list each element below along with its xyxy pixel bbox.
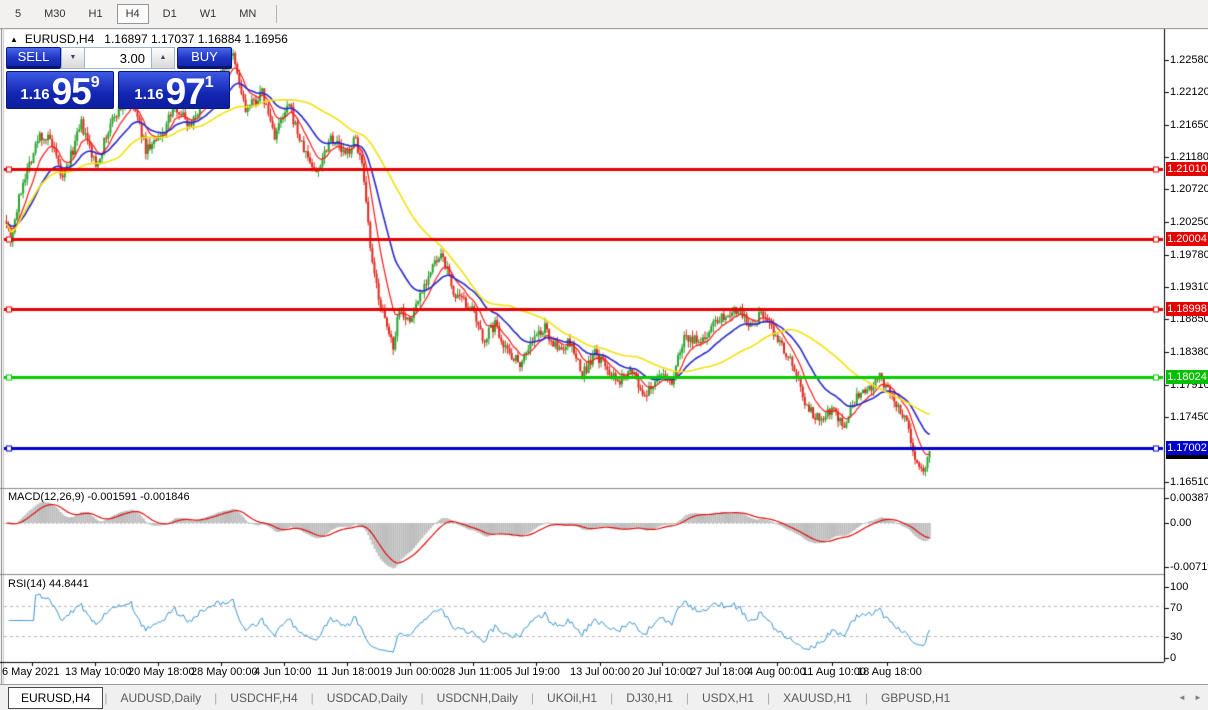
price-axis-label: 1.19310 <box>1170 281 1208 293</box>
chart-title: ▲ EURUSD,H4 1.16897 1.17037 1.16884 1.16… <box>10 32 288 46</box>
tab-audusd-daily[interactable]: AUDUSD,Daily <box>108 687 213 709</box>
tab-usdx-h1[interactable]: USDX,H1 <box>690 687 766 709</box>
tab-usdchf-h4[interactable]: USDCHF,H4 <box>218 687 309 709</box>
tab-separator: | <box>685 690 689 705</box>
tab-usdcnh-daily[interactable]: USDCNH,Daily <box>425 687 530 709</box>
price-axis-label: 1.17450 <box>1170 411 1208 423</box>
tab-separator: | <box>310 690 314 705</box>
time-axis-label: 18 Aug 18:00 <box>857 666 922 678</box>
time-axis-label: 4 Aug 00:00 <box>747 666 806 678</box>
price-axis-label: 1.20720 <box>1170 183 1208 195</box>
buy-price-big: 97 <box>165 71 206 112</box>
chart-ohlc-values: 1.16897 1.17037 1.16884 1.16956 <box>104 32 288 46</box>
level-price-badge: 1.17002 <box>1166 441 1208 455</box>
toolbar-separator <box>276 5 278 23</box>
time-axis-label: 20 Jul 10:00 <box>632 666 692 678</box>
mt4-window: 5 M30 H1 H4 D1 W1 MN ▲ EURUSD,H4 1.16897 1.170… <box>0 0 1208 710</box>
chart-symbol: EURUSD,H4 <box>24 32 95 46</box>
timeframe-button-h4[interactable]: H4 <box>116 4 149 24</box>
time-axis-label: 27 Jul 18:00 <box>690 666 750 678</box>
price-axis-label: 1.16510 <box>1170 476 1208 488</box>
timeframe-button-mn[interactable]: MN <box>230 4 265 24</box>
tab-gbpusd-h1[interactable]: GBPUSD,H1 <box>869 687 962 709</box>
timeframe-toolbar: 5 M30 H1 H4 D1 W1 MN <box>0 0 1208 28</box>
macd-axis-label: -0.007195 <box>1170 561 1208 573</box>
buy-price-prefix: 1.16 <box>134 86 164 103</box>
price-axis-label: 1.19780 <box>1170 249 1208 261</box>
price-axis-label: 1.21650 <box>1170 119 1208 131</box>
time-axis-label: 19 Jun 00:00 <box>380 666 444 678</box>
rsi-axis-label: 70 <box>1170 602 1183 614</box>
tab-ukoil-h1[interactable]: UKOil,H1 <box>535 687 609 709</box>
level-price-badge: 1.18998 <box>1166 302 1208 316</box>
volume-decrease-button[interactable]: ▼ <box>61 47 85 69</box>
tab-xauusd-h1[interactable]: XAUUSD,H1 <box>771 687 864 709</box>
timeframe-button-m30[interactable]: M30 <box>35 4 74 24</box>
tab-scroll-left-icon[interactable]: ◄ <box>1178 693 1186 702</box>
tab-separator: | <box>104 690 108 705</box>
buy-price-display[interactable]: 1.16 97 1 <box>118 71 230 112</box>
level-price-badge: 1.18024 <box>1166 370 1208 384</box>
sell-button[interactable]: SELL <box>6 47 61 69</box>
time-axis-label: 11 Jun 18:00 <box>317 666 380 678</box>
rsi-axis-label: 100 <box>1170 581 1189 593</box>
volume-increase-button[interactable]: ▲ <box>151 47 175 69</box>
tab-separator: | <box>530 690 535 705</box>
sell-price-display[interactable]: 1.16 95 9 <box>6 71 114 112</box>
price-axis-label: 1.18380 <box>1170 346 1208 358</box>
tab-bar: EURUSD,H4 | AUDUSD,Daily | USDCHF,H4 | USDCAD,… <box>0 684 1208 710</box>
price-axis-label: 1.22580 <box>1170 54 1208 66</box>
price-axis-label: 1.20250 <box>1170 216 1208 228</box>
buy-button[interactable]: BUY <box>177 47 232 69</box>
rsi-axis-label: 30 <box>1170 631 1183 643</box>
time-axis-label: 28 May 00:00 <box>191 666 258 678</box>
collapse-arrow-icon[interactable]: ▲ <box>10 35 18 44</box>
tab-dj30-h1[interactable]: DJ30,H1 <box>614 687 685 709</box>
time-axis-label: 5 Jul 19:00 <box>506 666 560 678</box>
tab-separator: | <box>610 690 614 705</box>
volume-input[interactable] <box>85 47 151 69</box>
time-axis-label: 6 May 2021 <box>2 666 60 678</box>
macd-axis-label: 0.00 <box>1170 517 1192 529</box>
rsi-axis-label: 0 <box>1170 652 1177 664</box>
time-axis-label: 4 Jun 10:00 <box>254 666 312 678</box>
sell-price-prefix: 1.16 <box>20 86 50 103</box>
macd-axis-label: 0.003873 <box>1170 492 1208 504</box>
time-axis-label: 13 Jul 00:00 <box>570 666 630 678</box>
tab-separator: | <box>214 690 218 705</box>
timeframe-button-d1[interactable]: D1 <box>154 4 186 24</box>
level-price-badge: 1.20004 <box>1166 232 1208 246</box>
time-axis-label: 28 Jun 11:00 <box>443 666 506 678</box>
rsi-label: RSI(14) 44.8441 <box>8 578 89 590</box>
tab-separator: | <box>420 690 424 705</box>
time-axis-label: 20 May 18:00 <box>128 666 195 678</box>
sell-price-pip: 9 <box>90 74 100 91</box>
tab-eurusd-h4[interactable]: EURUSD,H4 <box>8 686 104 709</box>
level-price-badge: 1.21010 <box>1166 162 1208 176</box>
price-axis-label: 1.22120 <box>1170 86 1208 98</box>
timeframe-button-w1[interactable]: W1 <box>191 4 226 24</box>
timeframe-button-h1[interactable]: H1 <box>80 4 112 24</box>
time-axis-label: 13 May 10:00 <box>65 666 132 678</box>
tab-separator: | <box>767 690 771 705</box>
sell-price-big: 95 <box>51 71 92 112</box>
tab-usdcad-daily[interactable]: USDCAD,Daily <box>315 687 420 709</box>
macd-label: MACD(12,26,9) -0.001591 -0.001846 <box>8 491 190 503</box>
buy-price-pip: 1 <box>204 74 214 91</box>
tab-scroll-right-icon[interactable]: ► <box>1194 693 1202 702</box>
tab-separator: | <box>864 690 868 705</box>
timeframe-button-5[interactable]: 5 <box>6 4 30 24</box>
one-click-trading-panel: SELL ▼ ▲ BUY 1.16 95 9 1.16 97 1 <box>6 47 232 112</box>
